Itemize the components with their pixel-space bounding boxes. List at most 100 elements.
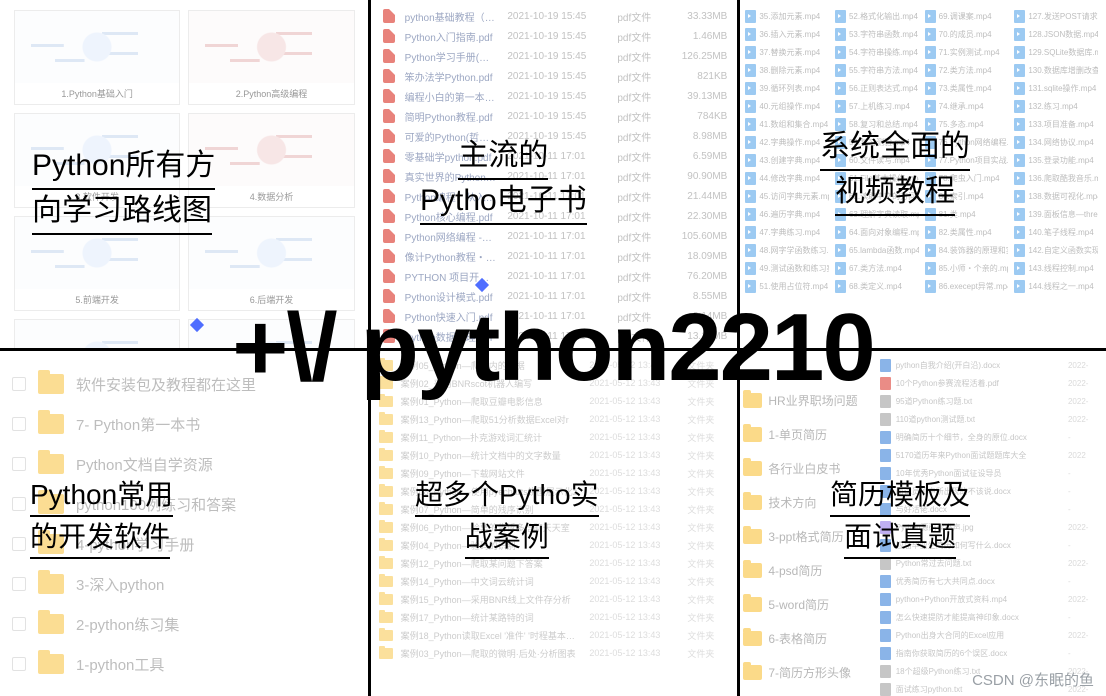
folder-row[interactable]: 3-深入python xyxy=(12,564,357,604)
video-chip[interactable]: 133.项目准备.mp4 xyxy=(1014,118,1098,131)
video-chip[interactable]: 39.循环列表.mp4 xyxy=(745,82,829,95)
video-chip[interactable]: 51.使用占位符.mp4 xyxy=(745,280,829,293)
checkbox[interactable] xyxy=(12,377,26,391)
file-row[interactable]: python基础教程（第二版）.pdf 2021-10-19 15:45 pdf… xyxy=(383,6,728,26)
video-chip[interactable]: 42.字典操作.mp4 xyxy=(745,136,829,149)
mindmap-thumbnail[interactable]: 2.Python高级编程 xyxy=(188,10,354,105)
video-chip[interactable]: 67.类方法.mp4 xyxy=(835,262,919,275)
video-chip[interactable]: 64.面向对象编程.mp4 xyxy=(835,226,919,239)
video-chip[interactable]: 47.字典练习.mp4 xyxy=(745,226,829,239)
checkbox[interactable] xyxy=(12,577,26,591)
folder-row[interactable]: 1-python工具 xyxy=(12,644,357,684)
video-chip[interactable]: 35.添加元素.mp4 xyxy=(745,10,829,23)
project-row[interactable]: 案例03_Python—爬取的微明·后处·分析图表 2021-05-12 13:… xyxy=(379,644,728,662)
video-chip[interactable]: 69.调课案.mp4 xyxy=(925,10,1009,23)
video-chip[interactable]: 144.线程之一.mp4 xyxy=(1014,280,1098,293)
video-chip[interactable]: 85.小师・个亲的.mp4 xyxy=(925,262,1009,275)
video-chip[interactable]: 52.格式化输出.mp4 xyxy=(835,10,919,23)
doc-row[interactable]: python自我介绍(开白沿).docx 2022- xyxy=(880,358,1100,373)
doc-row[interactable]: 指南你获取简历的6个误区.docx - xyxy=(880,646,1100,661)
video-chip[interactable]: 37.替换元素.mp4 xyxy=(745,46,829,59)
video-chip[interactable]: 143.线程控制.mp4 xyxy=(1014,262,1098,275)
resume-folder-row[interactable]: 5-word简历 xyxy=(743,587,867,621)
video-chip[interactable]: 71.实例测试.mp4 xyxy=(925,46,1009,59)
project-row[interactable]: 案例18_Python读取Excel '准件' '时程基本详细' 2021-05… xyxy=(379,626,728,644)
file-row[interactable]: 笨办法学Python.pdf 2021-10-19 15:45 pdf文件 82… xyxy=(383,66,728,86)
file-row[interactable]: 编程小白的第一本 Python 入门.pdf 2021-10-19 15:45 … xyxy=(383,86,728,106)
doc-row[interactable]: 明确简历十个细节，全身的原位.docx - xyxy=(880,430,1100,445)
resume-folder-row[interactable]: 6-表格简历 xyxy=(743,621,867,655)
folder-row[interactable]: 2-python练习集 xyxy=(12,604,357,644)
video-chip[interactable]: 86.execept异常.mp4 xyxy=(925,280,1009,293)
doc-row[interactable]: 110道python测试题.txt 2022- xyxy=(880,412,1100,427)
video-chip[interactable]: 82.类属性.mp4 xyxy=(925,226,1009,239)
resume-folder-row[interactable]: 7-简历方形头像 xyxy=(743,655,867,689)
video-chip[interactable]: 43.创建字典.mp4 xyxy=(745,154,829,167)
file-row[interactable]: 像计Python教程・精编版.pdf 2021-10-11 17:01 pdf文… xyxy=(383,246,728,266)
video-chip[interactable]: 84.装饰器的原理和实现.mp4 xyxy=(925,244,1009,257)
checkbox[interactable] xyxy=(12,457,26,471)
doc-row[interactable]: 10个Python参赛流程活着.pdf 2022- xyxy=(880,376,1100,391)
project-row[interactable]: 案例10_Python—统计文档中的文字数量 2021-05-12 13:43 … xyxy=(379,446,728,464)
file-row[interactable]: Python网络编程 -基础知识.pdf 2021-10-11 17:01 pd… xyxy=(383,226,728,246)
project-row[interactable]: 案例11_Python—扑克游戏词汇统计 2021-05-12 13:43 文件… xyxy=(379,428,728,446)
video-chip[interactable]: 48.网字学函数练习.mp4 xyxy=(745,244,829,257)
video-chip[interactable]: 142.自定义函数实现多线程.mp4 xyxy=(1014,244,1098,257)
video-chip[interactable]: 134.网络协议.mp4 xyxy=(1014,136,1098,149)
file-row[interactable]: PYTHON 项目开发实战_顾能通.pdf_13883067.pdf 2021-… xyxy=(383,266,728,286)
video-chip[interactable]: 40.元组操作.mp4 xyxy=(745,100,829,113)
video-chip[interactable]: 130.数据库增删改查.mp4 xyxy=(1014,64,1098,77)
video-chip[interactable]: 139.面板信息—threading.mp4 xyxy=(1014,208,1098,221)
doc-row[interactable]: 95道Python练习题.txt 2022- xyxy=(880,394,1100,409)
video-chip[interactable]: 138.数据可视化.mp4 xyxy=(1014,190,1098,203)
checkbox[interactable] xyxy=(12,417,26,431)
folder-row[interactable]: 7- Python第一本书 xyxy=(12,404,357,444)
checkbox[interactable] xyxy=(12,617,26,631)
doc-row[interactable]: 怎么快速提防才能提高神印象.docx - xyxy=(880,610,1100,625)
video-chip[interactable]: 140.笔子线程.mp4 xyxy=(1014,226,1098,239)
file-row[interactable]: 简明Python教程.pdf 2021-10-19 15:45 pdf文件 78… xyxy=(383,106,728,126)
video-chip[interactable]: 128.JSON数据.mp4 xyxy=(1014,28,1098,41)
video-chip[interactable]: 72.类方法.mp4 xyxy=(925,64,1009,77)
video-chip[interactable]: 73.类属性.mp4 xyxy=(925,82,1009,95)
video-chip[interactable]: 45.访问字典元素.mp4 xyxy=(745,190,829,203)
checkbox[interactable] xyxy=(12,537,26,551)
video-chip[interactable]: 41.数组和集合.mp4 xyxy=(745,118,829,131)
mindmap-thumbnail[interactable]: 1.Python基础入门 xyxy=(14,10,180,105)
video-chip[interactable]: 56.正则表达式.mp4 xyxy=(835,82,919,95)
video-chip[interactable]: 49.测试函数和练习案例.mp4 xyxy=(745,262,829,275)
doc-row[interactable]: 优秀简历有七大共同点.docx - xyxy=(880,574,1100,589)
video-chip[interactable]: 53.字符串函数.mp4 xyxy=(835,28,919,41)
video-chip[interactable]: 46.遍历字典.mp4 xyxy=(745,208,829,221)
project-row[interactable]: 案例17_Python—统计某路特的词 2021-05-12 13:43 文件夹 xyxy=(379,608,728,626)
video-chip[interactable]: 55.字符串方法.mp4 xyxy=(835,64,919,77)
project-row[interactable]: 案例15_Python—采用BNR线上文件存分析 2021-05-12 13:4… xyxy=(379,590,728,608)
video-chip[interactable]: 127.发送POST请求.mp4 xyxy=(1014,10,1098,23)
doc-row[interactable]: 5170道历年来Python面试题题库大全 2022 xyxy=(880,448,1100,463)
video-chip[interactable]: 70.的成员.mp4 xyxy=(925,28,1009,41)
resume-folder-row[interactable]: 1-单页简历 xyxy=(743,417,867,451)
file-row[interactable]: Python入门指南.pdf 2021-10-19 15:45 pdf文件 1.… xyxy=(383,26,728,46)
video-chip[interactable]: 129.SQLite数据库.mp4 xyxy=(1014,46,1098,59)
video-chip[interactable]: 132.练习.mp4 xyxy=(1014,100,1098,113)
video-chip[interactable]: 65.lambda函数.mp4 xyxy=(835,244,919,257)
video-chip[interactable]: 74.继承.mp4 xyxy=(925,100,1009,113)
checkbox[interactable] xyxy=(12,497,26,511)
doc-row[interactable]: python+Python开放式资料.mp4 2022- xyxy=(880,592,1100,607)
video-chip[interactable]: 54.字符串操练.mp4 xyxy=(835,46,919,59)
video-chip[interactable]: 36.插入元素.mp4 xyxy=(745,28,829,41)
doc-row[interactable]: Python出身大合同的Excel应用 2022- xyxy=(880,628,1100,643)
project-row[interactable]: 案例13_Python—爬取51分析数据Excel对r 2021-05-12 1… xyxy=(379,410,728,428)
video-chip[interactable]: 57.上机练习.mp4 xyxy=(835,100,919,113)
video-chip[interactable]: 131.sqlite操作.mp4 xyxy=(1014,82,1098,95)
video-chip[interactable]: 38.删除元素.mp4 xyxy=(745,64,829,77)
video-chip[interactable]: 136.爬取酷我音乐.mp4 xyxy=(1014,172,1098,185)
project-date: 2021-05-12 13:43 xyxy=(589,450,679,460)
video-chip[interactable]: 135.登录功能.mp4 xyxy=(1014,154,1098,167)
mindmap-thumbnail[interactable]: 7.机器学习 xyxy=(14,319,180,348)
video-chip[interactable]: 68.类定义.mp4 xyxy=(835,280,919,293)
project-row[interactable]: 案例14_Python—中文词云统计词 2021-05-12 13:43 文件夹 xyxy=(379,572,728,590)
video-chip[interactable]: 44.修改字典.mp4 xyxy=(745,172,829,185)
file-row[interactable]: Python学习手册(第4版)_完整版本.pdf 2021-10-19 15:4… xyxy=(383,46,728,66)
checkbox[interactable] xyxy=(12,657,26,671)
